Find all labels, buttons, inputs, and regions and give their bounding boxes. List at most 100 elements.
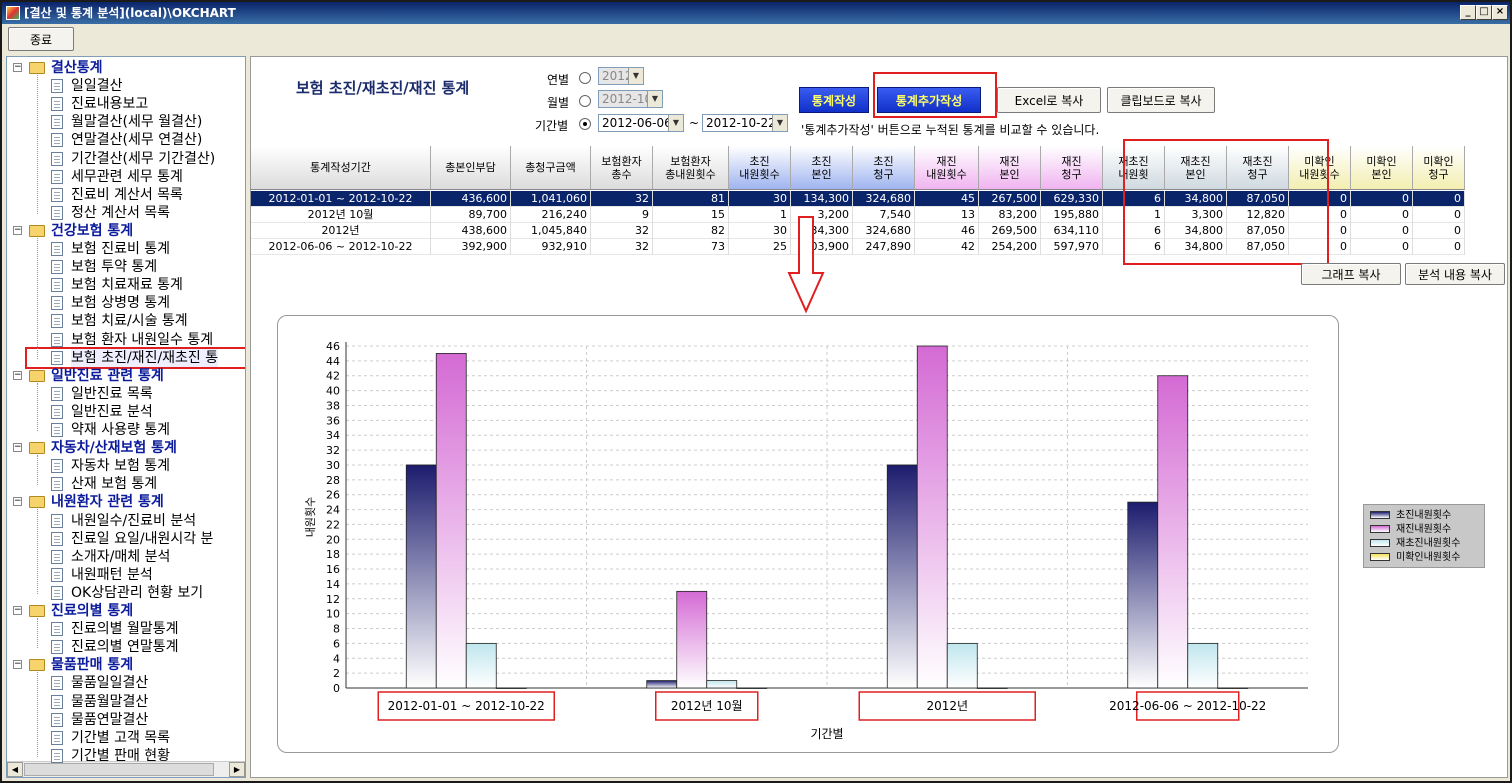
- tree-item[interactable]: 내원패턴 분석: [7, 566, 245, 584]
- yearly-radio[interactable]: [579, 72, 591, 84]
- folder-icon: [29, 605, 45, 617]
- y-tick-label: 12: [326, 593, 340, 606]
- tree-item[interactable]: 일일결산: [7, 77, 245, 95]
- tree-item[interactable]: 약재 사용량 통계: [7, 421, 245, 439]
- folder-icon: [29, 62, 45, 74]
- month-select[interactable]: 2012-10 ▼: [598, 90, 663, 108]
- table-cell: 324,680: [853, 223, 915, 239]
- collapse-icon[interactable]: −: [13, 443, 22, 453]
- tree-category[interactable]: − 결산통계: [7, 59, 245, 77]
- collapse-icon[interactable]: −: [13, 660, 22, 670]
- tree-item[interactable]: 물품월말결산: [7, 693, 245, 711]
- column-header[interactable]: 미확인 본인: [1351, 146, 1413, 190]
- date-from-value: 2012-06-06: [602, 116, 672, 130]
- collapse-icon[interactable]: −: [13, 497, 22, 507]
- tree-item[interactable]: 물품연말결산: [7, 711, 245, 729]
- column-header[interactable]: 보험환자 총내원횟수: [653, 146, 729, 190]
- table-cell: 247,890: [853, 239, 915, 255]
- column-header[interactable]: 통계작성기간: [251, 146, 431, 190]
- tilde: ~: [689, 116, 700, 130]
- y-tick-label: 28: [326, 474, 340, 487]
- close-icon[interactable]: ×: [1492, 5, 1508, 20]
- document-icon: [51, 97, 63, 112]
- bar: [1127, 501, 1159, 689]
- column-header[interactable]: 재진 내원횟수: [915, 146, 979, 190]
- date-to-picker[interactable]: 2012-10-22 ▼: [702, 114, 788, 132]
- tree-item[interactable]: 진료일 요일/내원시각 분: [7, 530, 245, 548]
- tree-item[interactable]: 물품일일결산: [7, 674, 245, 692]
- tree-item[interactable]: 연말결산(세무 연결산): [7, 131, 245, 149]
- scroll-thumb[interactable]: [24, 763, 214, 776]
- year-select[interactable]: 2012 ▼: [598, 67, 644, 85]
- tree-item-label: 소개자/매체 분석: [71, 548, 171, 565]
- tree-item-label: 진료일 요일/내원시각 분: [71, 530, 214, 547]
- tree-item[interactable]: 일반진료 목록: [7, 385, 245, 403]
- column-header[interactable]: 초진 청구: [853, 146, 915, 190]
- tree-item[interactable]: 진료의별 월말통계: [7, 620, 245, 638]
- bar: [706, 680, 738, 689]
- tree-item[interactable]: 보험 진료비 통계: [7, 240, 245, 258]
- chevron-down-icon: ▼: [668, 115, 683, 131]
- document-icon: [51, 459, 63, 474]
- column-header[interactable]: 재진 본인: [979, 146, 1041, 190]
- collapse-icon[interactable]: −: [13, 370, 22, 380]
- tree-item[interactable]: 보험 치료/시술 통계: [7, 312, 245, 330]
- tree-item[interactable]: 정산 계산서 목록: [7, 204, 245, 222]
- tree-category[interactable]: − 내원환자 관련 통계: [7, 493, 245, 511]
- tree-item[interactable]: 보험 투약 통계: [7, 258, 245, 276]
- tree-item[interactable]: 기간별 판매 현황: [7, 747, 245, 765]
- make-stats-button[interactable]: 통계작성: [799, 87, 869, 113]
- column-header[interactable]: 총본인부담: [431, 146, 511, 190]
- tree-item[interactable]: 월말결산(세무 월결산): [7, 113, 245, 131]
- minimize-icon[interactable]: _: [1460, 5, 1476, 20]
- collapse-icon[interactable]: −: [13, 606, 22, 615]
- tree-item[interactable]: 소개자/매체 분석: [7, 548, 245, 566]
- column-header[interactable]: 재진 청구: [1041, 146, 1103, 190]
- collapse-icon[interactable]: −: [13, 63, 22, 72]
- tree-item[interactable]: 산재 보험 통계: [7, 475, 245, 493]
- tree-item[interactable]: 진료의별 연말통계: [7, 638, 245, 656]
- tree-item[interactable]: 세무관련 세무 통계: [7, 168, 245, 186]
- clipboard-copy-button[interactable]: 클립보드로 복사: [1107, 87, 1215, 113]
- tree-category[interactable]: − 진료의별 통계: [7, 602, 245, 620]
- table-cell: 436,600: [431, 191, 511, 207]
- period-radio[interactable]: [579, 118, 591, 130]
- graph-copy-button[interactable]: 그래프 복사: [1301, 263, 1401, 285]
- tree-item[interactable]: 일반진료 분석: [7, 403, 245, 421]
- column-header[interactable]: 총청구금액: [511, 146, 591, 190]
- tree-item[interactable]: 진료내용보고: [7, 95, 245, 113]
- tree-category-label: 물품판매 통계: [51, 657, 134, 674]
- y-tick-label: 22: [326, 518, 340, 531]
- tree-category[interactable]: − 물품판매 통계: [7, 656, 245, 674]
- document-icon: [51, 748, 63, 763]
- tree-item[interactable]: 보험 초진/재진/재초진 통: [7, 346, 245, 369]
- tree-item[interactable]: OK상담관리 현황 보기: [7, 584, 245, 602]
- tree-item[interactable]: 내원일수/진료비 분석: [7, 512, 245, 530]
- tree-category[interactable]: − 자동차/산재보험 통계: [7, 439, 245, 457]
- tree-item[interactable]: 기간결산(세무 기간결산): [7, 150, 245, 168]
- tree-category[interactable]: − 일반진료 관련 통계: [7, 367, 245, 385]
- tree-item[interactable]: 보험 치료재료 통계: [7, 276, 245, 294]
- exit-button[interactable]: 종료: [8, 27, 74, 51]
- table-cell: 0: [1413, 239, 1465, 255]
- column-header[interactable]: 미확인 청구: [1413, 146, 1465, 190]
- monthly-radio[interactable]: [579, 95, 591, 107]
- analysis-copy-button[interactable]: 분석 내용 복사: [1405, 263, 1505, 285]
- collapse-icon[interactable]: −: [13, 225, 22, 235]
- date-from-picker[interactable]: 2012-06-06 ▼: [598, 114, 684, 132]
- maximize-icon[interactable]: □: [1476, 5, 1492, 20]
- column-header[interactable]: 보험환자 총수: [591, 146, 653, 190]
- tree-item[interactable]: 기간별 고객 목록: [7, 729, 245, 747]
- tree-item[interactable]: 보험 상병명 통계: [7, 294, 245, 312]
- document-icon: [51, 423, 63, 437]
- tree-item[interactable]: 진료비 계산서 목록: [7, 186, 245, 204]
- bar: [736, 687, 768, 689]
- column-header[interactable]: 초진 본인: [791, 146, 853, 190]
- column-header[interactable]: 초진 내원횟수: [729, 146, 791, 190]
- document-icon: [51, 242, 63, 256]
- tree-item[interactable]: 자동차 보험 통계: [7, 457, 245, 475]
- table-cell: 7,540: [853, 207, 915, 223]
- tree-category[interactable]: − 건강보험 통계: [7, 222, 245, 240]
- excel-copy-button[interactable]: Excel로 복사: [997, 87, 1101, 113]
- tree-item-label: 일반진료 분석: [71, 403, 153, 420]
